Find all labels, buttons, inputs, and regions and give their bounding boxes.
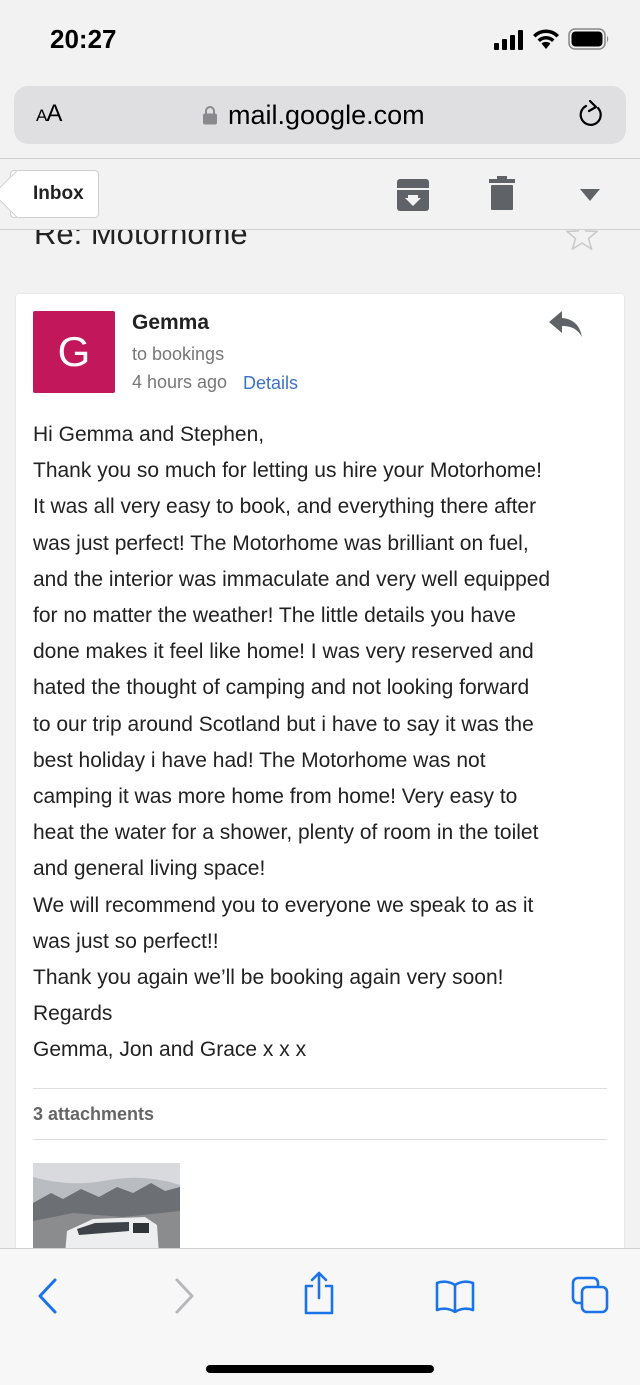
- attachments-label: 3 attachments: [33, 1104, 155, 1124]
- nav-back-icon[interactable]: [36, 1277, 58, 1315]
- message-body: Hi Gemma and Stephen, Thank you so much …: [33, 417, 618, 1069]
- battery-icon: [568, 28, 609, 50]
- divider: [0, 229, 640, 230]
- status-bar: 20:27: [0, 0, 640, 80]
- divider: [33, 1139, 607, 1140]
- body-line: Regards: [33, 1002, 113, 1026]
- subject-line: Re: Motorhome: [34, 230, 248, 251]
- body-line: to our trip around Scotland but i have t…: [33, 712, 534, 736]
- body-line: was just perfect! The Motorhome was bril…: [33, 531, 529, 555]
- home-indicator: [206, 1365, 434, 1373]
- signal-icon: [494, 30, 523, 50]
- gmail-toolbar: Inbox: [0, 159, 640, 229]
- browser-bottom-toolbar: [0, 1248, 640, 1385]
- status-time: 20:27: [50, 24, 117, 54]
- body-line: camping it was more home from home! Very…: [33, 785, 518, 809]
- body-line: for no matter the weather! The little de…: [33, 604, 516, 628]
- body-line: heat the water for a shower, plenty of r…: [33, 821, 539, 845]
- body-line: Thank you so much for letting us hire yo…: [33, 459, 542, 483]
- trash-icon[interactable]: [489, 176, 515, 210]
- share-icon[interactable]: [302, 1271, 336, 1315]
- reply-icon[interactable]: [549, 311, 583, 339]
- address-bar[interactable]: AA mail.google.com: [14, 86, 626, 144]
- inbox-label: Inbox: [33, 183, 84, 204]
- body-line: and the interior was immaculate and very…: [33, 567, 551, 591]
- text-size-button[interactable]: AA: [36, 100, 62, 128]
- message-card: G Gemma to bookings 4 hours ago Details …: [16, 294, 624, 1254]
- wifi-icon: [533, 29, 559, 49]
- body-line: We will recommend you to everyone we spe…: [33, 893, 534, 917]
- bookmarks-icon[interactable]: [435, 1279, 475, 1313]
- body-line: It was all very easy to book, and everyt…: [33, 495, 537, 519]
- body-line: done makes it feel like home! I was very…: [33, 640, 534, 664]
- body-line: best holiday i have had! The Motorhome w…: [33, 748, 486, 772]
- archive-icon[interactable]: [397, 179, 429, 211]
- details-link[interactable]: Details: [243, 373, 298, 394]
- body-line: Thank you again we’ll be booking again v…: [33, 966, 504, 990]
- subject-area: Re: Motorhome: [0, 230, 640, 270]
- sender-name: Gemma: [132, 311, 210, 334]
- message-time: 4 hours ago: [132, 372, 228, 392]
- attachment-thumbnail[interactable]: [33, 1163, 180, 1254]
- recipient-line: to bookings: [132, 344, 225, 364]
- reload-icon[interactable]: [576, 99, 606, 131]
- tabs-icon[interactable]: [571, 1276, 609, 1314]
- body-line: was just so perfect!!: [33, 929, 219, 953]
- divider: [33, 1088, 607, 1089]
- body-line: and general living space!: [33, 857, 266, 881]
- body-line: hated the thought of camping and not loo…: [33, 676, 530, 700]
- back-to-inbox-button[interactable]: Inbox: [10, 170, 99, 218]
- star-icon[interactable]: [566, 230, 598, 250]
- avatar: G: [33, 311, 115, 393]
- body-line: Gemma, Jon and Grace x x x: [33, 1038, 307, 1062]
- more-options-icon[interactable]: [580, 189, 600, 201]
- body-line: Hi Gemma and Stephen,: [33, 423, 265, 446]
- url-display[interactable]: mail.google.com: [202, 99, 425, 131]
- nav-forward-icon[interactable]: [174, 1277, 196, 1315]
- url-text: mail.google.com: [228, 99, 425, 130]
- lock-icon: [203, 106, 217, 125]
